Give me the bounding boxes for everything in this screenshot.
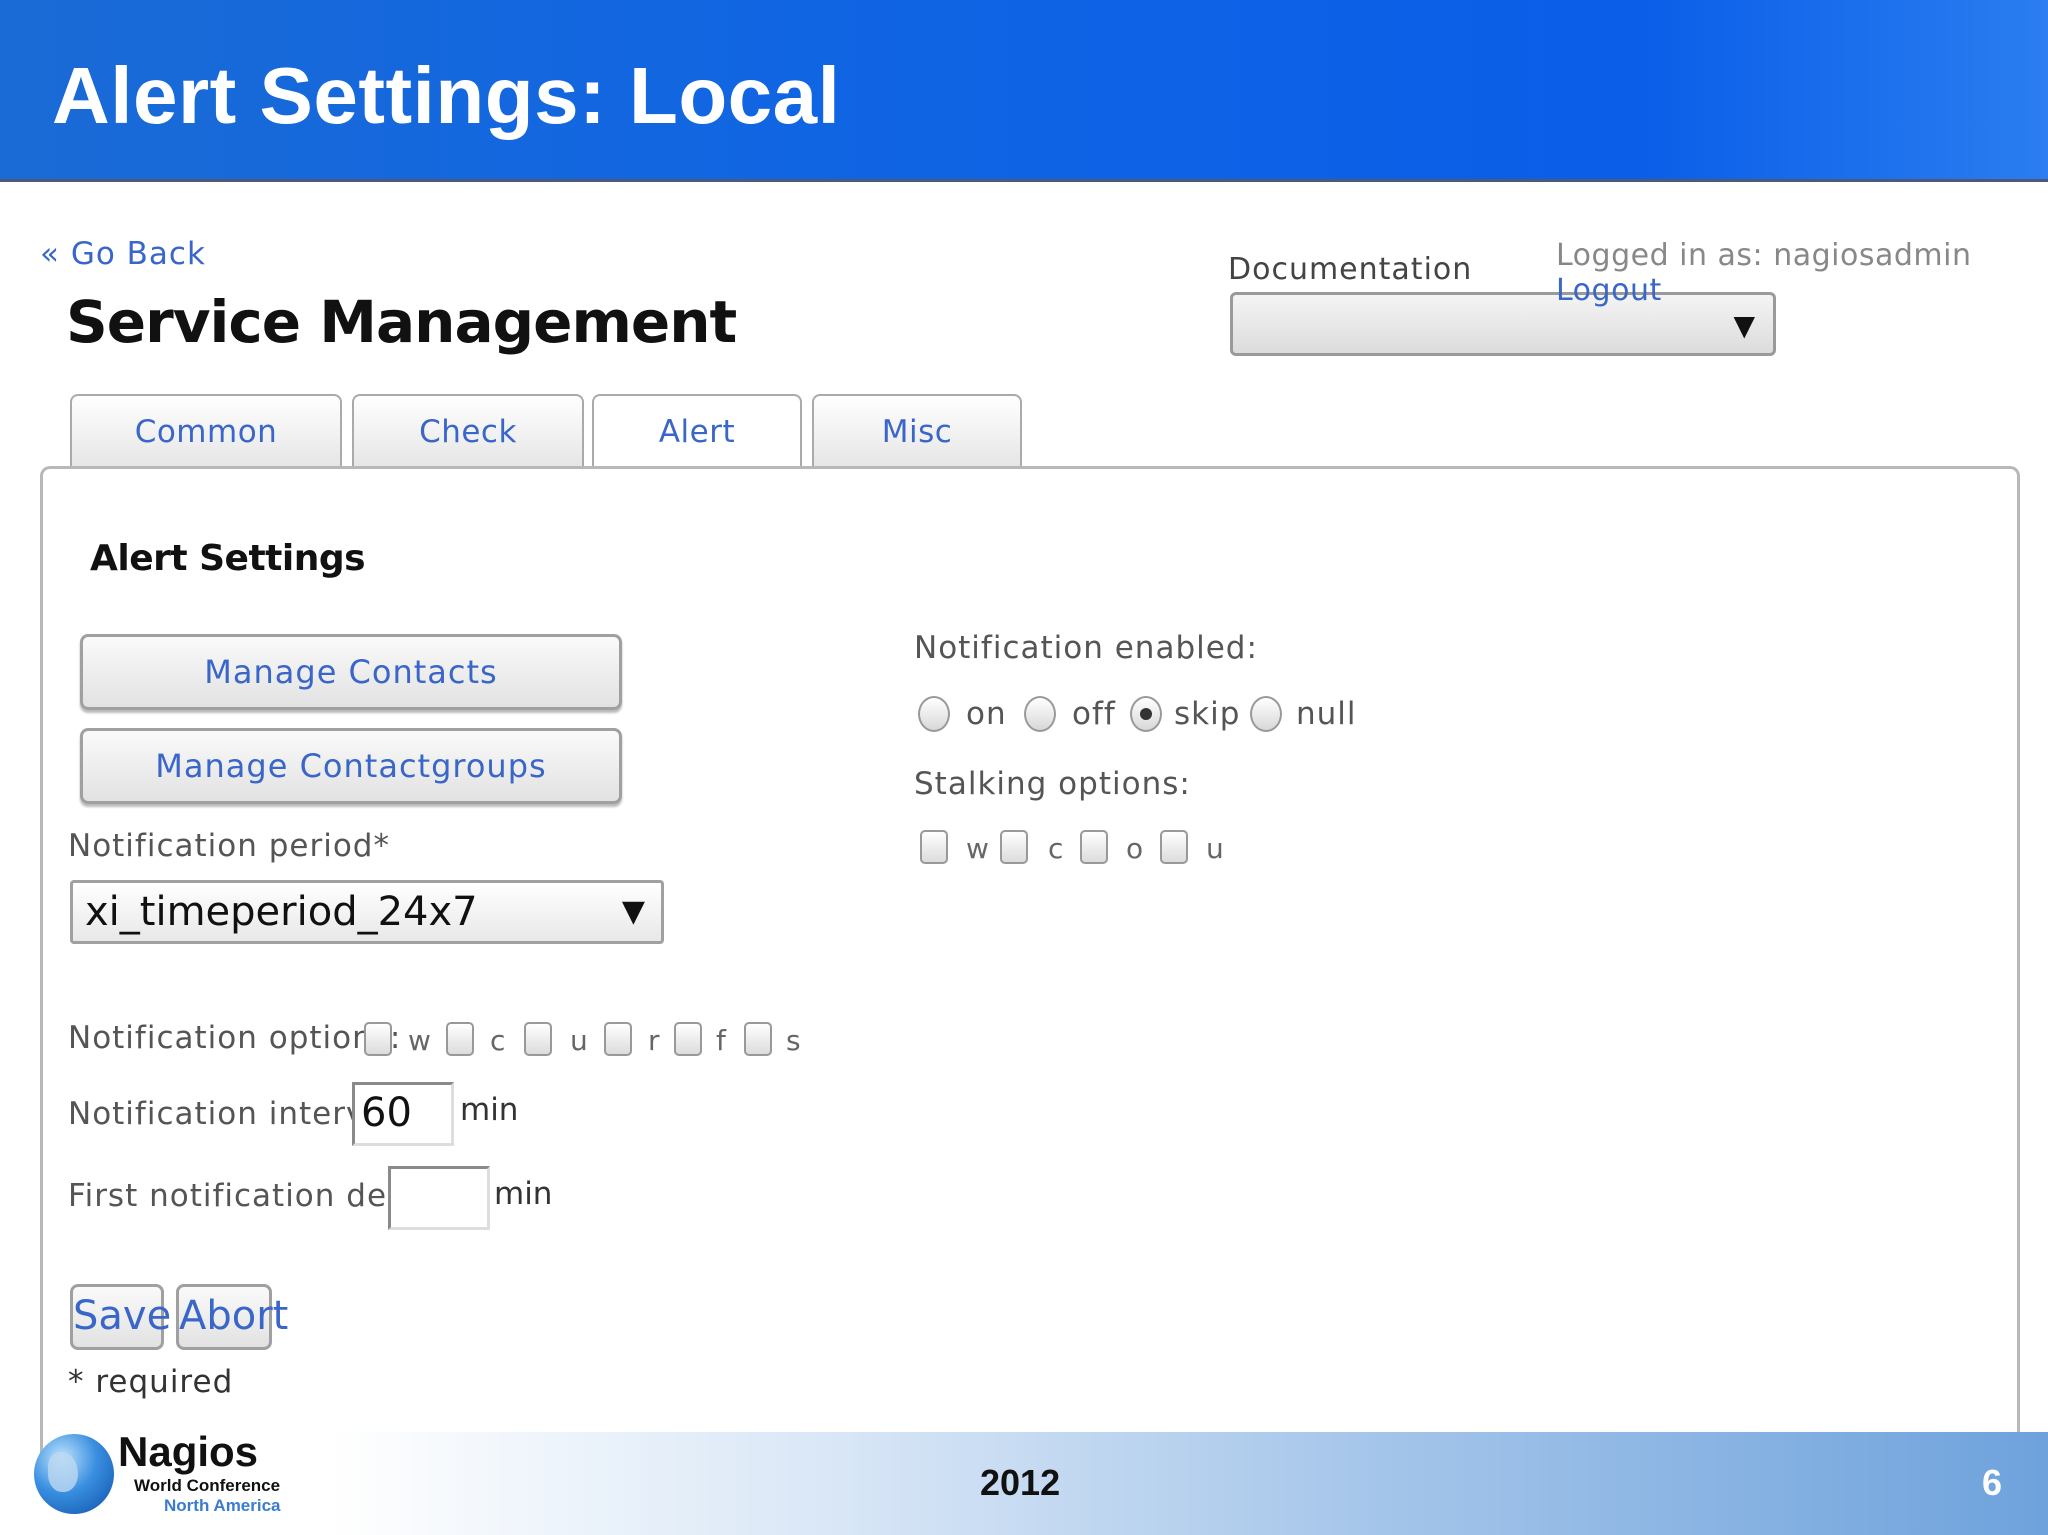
slide-title: Alert Settings: Local (52, 51, 841, 140)
required-note: * required (68, 1364, 234, 1400)
notification-interval-unit: min (460, 1092, 519, 1128)
stalking-options-label: Stalking options: (914, 766, 1191, 802)
notification-period-label: Notification period* (68, 828, 390, 864)
stalking-option-o-label: o (1126, 832, 1144, 865)
page-title: Service Management (66, 288, 737, 356)
notification-period-value: xi_timeperiod_24x7 (85, 889, 478, 935)
notification-enabled-on-label: on (966, 696, 1007, 732)
first-notification-delay-input[interactable] (388, 1166, 490, 1230)
first-notification-delay-unit: min (494, 1176, 553, 1212)
tab-common-settings[interactable]: Common Settings (70, 394, 342, 522)
notification-enabled-off-label: off (1072, 696, 1116, 732)
first-notification-delay-label: First notification delay (68, 1178, 436, 1214)
notification-enabled-skip-radio[interactable] (1130, 696, 1162, 732)
notification-option-w-checkbox[interactable] (364, 1022, 392, 1056)
notification-option-r-checkbox[interactable] (604, 1022, 632, 1056)
logout-link[interactable]: Logout (1556, 273, 1662, 308)
page-number: 6 (1982, 1462, 2003, 1503)
save-button[interactable]: Save (70, 1284, 171, 1350)
go-back-link[interactable]: « Go Back (40, 236, 206, 272)
notification-option-f-checkbox[interactable] (674, 1022, 702, 1056)
stalking-option-o-checkbox[interactable] (1080, 830, 1108, 864)
logo-name: Nagios (118, 1428, 259, 1475)
section-title: Alert Settings (90, 538, 366, 579)
abort-button[interactable]: Abort (176, 1284, 288, 1350)
notification-option-s-label: s (786, 1024, 801, 1057)
login-status: Logged in as: nagiosadmin Logout (1556, 238, 2048, 308)
notification-option-c-checkbox[interactable] (446, 1022, 474, 1056)
stalking-option-u-label: u (1206, 832, 1224, 865)
notification-option-u-checkbox[interactable] (524, 1022, 552, 1056)
documentation-label: Documentation (1228, 252, 1473, 287)
notification-option-r-label: r (648, 1024, 660, 1057)
tab-check-settings[interactable]: Check Settings (352, 394, 584, 522)
tab-misc-settings[interactable]: Misc Settings (812, 394, 1022, 522)
notification-interval-input[interactable]: 60 (352, 1082, 454, 1146)
stalking-option-w-checkbox[interactable] (920, 830, 948, 864)
notification-interval-label: Notification interval (68, 1096, 395, 1132)
tab-alert-settings[interactable]: Alert Settings (592, 394, 802, 522)
notification-enabled-label: Notification enabled: (914, 630, 1258, 666)
notification-enabled-null-label: null (1296, 696, 1357, 732)
stalking-option-u-checkbox[interactable] (1160, 830, 1188, 864)
footer-year: 2012 (980, 1462, 1061, 1503)
stalking-option-c-label: c (1048, 832, 1064, 865)
tab-panel (40, 466, 2020, 1466)
chevron-down-icon: ▼ (1733, 309, 1755, 342)
notification-enabled-null-radio[interactable] (1250, 696, 1282, 732)
manage-contactgroups-button[interactable]: Manage Contactgroups (80, 728, 622, 804)
stalking-option-w-label: w (966, 832, 989, 865)
notification-option-s-checkbox[interactable] (744, 1022, 772, 1056)
notification-option-w-label: w (408, 1024, 431, 1057)
notification-enabled-off-radio[interactable] (1024, 696, 1056, 732)
logged-in-text: Logged in as: nagiosadmin (1556, 238, 1972, 273)
logo-region: North America (164, 1496, 281, 1515)
slide-header: Alert Settings: Local (0, 0, 2048, 182)
notification-enabled-skip-label: skip (1174, 696, 1241, 732)
manage-contacts-button[interactable]: Manage Contacts (80, 634, 622, 710)
notification-option-f-label: f (716, 1024, 726, 1057)
notification-enabled-on-radio[interactable] (918, 696, 950, 732)
logo-subtitle: World Conference (134, 1476, 281, 1495)
notification-options-label: Notification options: (68, 1020, 402, 1056)
notification-option-u-label: u (570, 1024, 588, 1057)
notification-option-c-label: c (490, 1024, 506, 1057)
globe-icon (34, 1434, 114, 1514)
footer-band (328, 1432, 2048, 1535)
notification-period-select[interactable]: xi_timeperiod_24x7 ▼ (70, 880, 664, 944)
chevron-down-icon: ▼ (621, 894, 645, 929)
stalking-option-c-checkbox[interactable] (1000, 830, 1028, 864)
